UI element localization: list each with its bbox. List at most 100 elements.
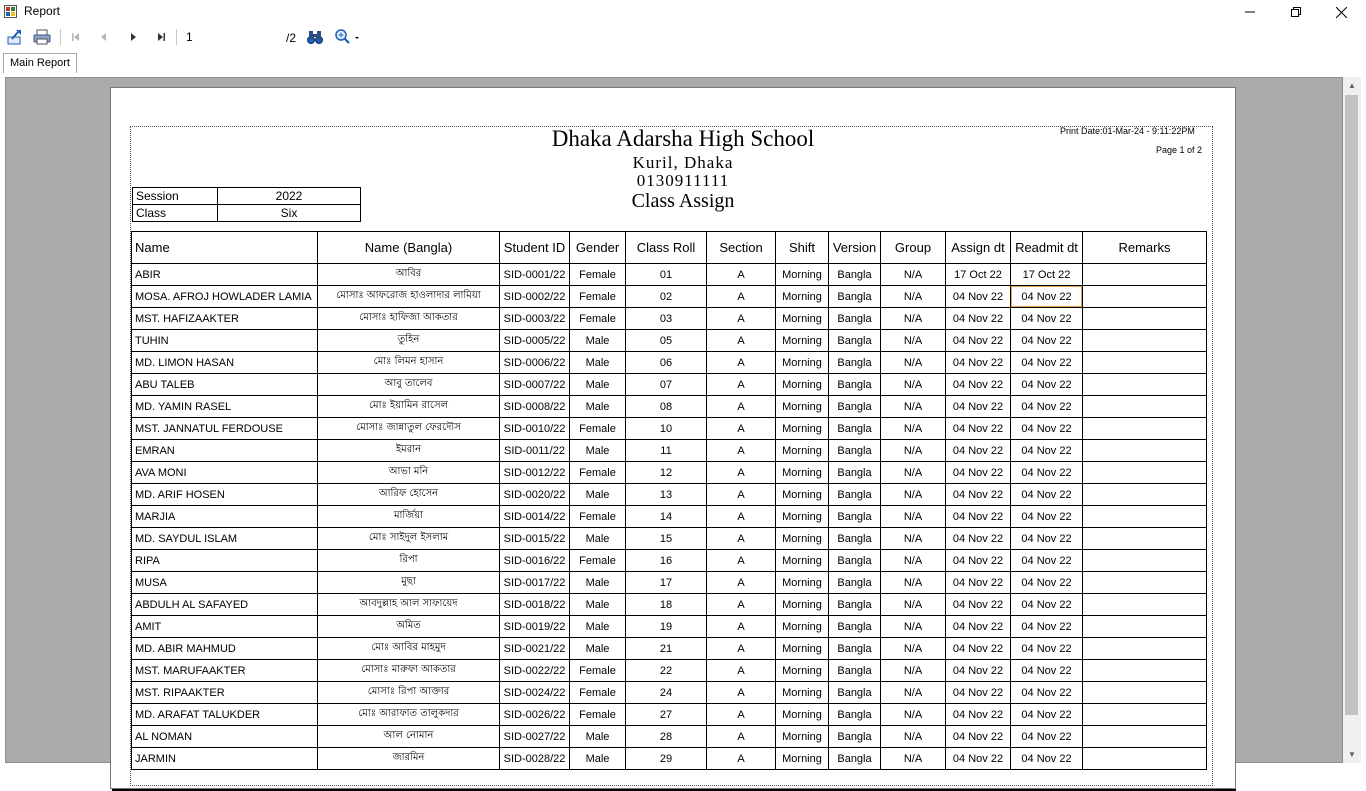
table-cell: 13 [625, 483, 707, 506]
table-cell: A [706, 703, 776, 726]
table-cell: SID-0005/22 [499, 329, 570, 352]
restore-icon [1291, 7, 1301, 17]
table-row: MUSA মুছা SID-0017/22 Male 17 A Morning Bangla N… [131, 571, 1207, 594]
table-cell [1082, 593, 1207, 616]
table-row: AL NOMAN আল নোমান SID-0027/22 Male 28 A Mornin… [131, 725, 1207, 748]
table-cell: A [706, 285, 776, 308]
table-row: MD. ARIF HOSEN আরিফ হোসেন SID-0020/22 Male 1… [131, 483, 1207, 506]
last-page-button[interactable] [151, 27, 171, 47]
page-total: /2 [286, 31, 297, 45]
table-cell: MUSA [131, 571, 318, 594]
table-cell: A [706, 593, 776, 616]
table-cell [1082, 417, 1207, 440]
minimize-button[interactable] [1227, 0, 1273, 24]
table-cell: 04 Nov 22 [1010, 681, 1083, 704]
table-cell: SID-0028/22 [499, 747, 570, 770]
print-icon [33, 29, 51, 45]
minimize-icon [1245, 11, 1255, 13]
table-cell: A [706, 681, 776, 704]
table-cell: MD. ABIR MAHMUD [131, 637, 318, 660]
table-cell: 10 [625, 417, 707, 440]
table-row: JARMIN জারমিন SID-0028/22 Male 29 A Morning Ban… [131, 747, 1207, 770]
scroll-down-arrow[interactable]: ▼ [1343, 746, 1361, 763]
tab-label: Main Report [10, 57, 70, 69]
zoom-dropdown[interactable] [333, 27, 363, 47]
table-cell: 04 Nov 22 [945, 549, 1011, 572]
table-cell: Bangla [828, 307, 881, 330]
first-page-button[interactable] [66, 27, 86, 47]
next-page-button[interactable] [123, 27, 143, 47]
table-cell [1082, 461, 1207, 484]
table-cell: A [706, 483, 776, 506]
col-header: Student ID [499, 231, 570, 264]
export-button[interactable] [5, 27, 25, 47]
table-cell: ইমরান [317, 439, 500, 462]
table-cell: SID-0016/22 [499, 549, 570, 572]
table-cell: 24 [625, 681, 707, 704]
last-page-icon [158, 33, 165, 41]
page-number-input[interactable] [180, 28, 288, 47]
print-button[interactable] [32, 27, 52, 47]
table-cell: N/A [880, 395, 946, 418]
export-icon [7, 30, 21, 45]
find-button[interactable] [305, 27, 325, 47]
table-cell: 04 Nov 22 [945, 725, 1011, 748]
table-cell: তুহিন [317, 329, 500, 352]
table-row: AVA MONI আভা মনি SID-0012/22 Female 12 A Morni… [131, 461, 1207, 484]
table-row: AMIT অমিত SID-0019/22 Male 19 A Morning Bangla N… [131, 615, 1207, 638]
table-cell: মোসাঃ হাফিজা আকতার [317, 307, 500, 330]
close-button[interactable] [1318, 0, 1364, 24]
table-cell: N/A [880, 593, 946, 616]
table-cell: Bangla [828, 703, 881, 726]
table-cell: MST. MARUFAAKTER [131, 659, 318, 682]
table-cell: MD. LIMON HASAN [131, 351, 318, 374]
table-cell: SID-0010/22 [499, 417, 570, 440]
table-cell: A [706, 637, 776, 660]
table-cell: 04 Nov 22 [945, 307, 1011, 330]
table-cell [1082, 307, 1207, 330]
table-cell: Morning [775, 681, 829, 704]
window-title: Report [24, 4, 61, 18]
table-cell: Male [569, 351, 626, 374]
table-cell: SID-0014/22 [499, 505, 570, 528]
table-cell: Female [569, 703, 626, 726]
table-cell: N/A [880, 615, 946, 638]
table-cell: আরিফ হোসেন [317, 483, 500, 506]
col-header: Remarks [1082, 231, 1207, 264]
table-row: MD. LIMON HASAN মোঃ লিমন হাসান SID-0006/22… [131, 351, 1207, 374]
table-cell: মোসাঃ আফরোজ হাওলাদার লামিয়া [317, 285, 500, 308]
previous-page-button[interactable] [94, 27, 114, 47]
col-header: Shift [775, 231, 829, 264]
table-cell: SID-0020/22 [499, 483, 570, 506]
tab-main-report[interactable]: Main Report [3, 53, 77, 73]
table-cell [1082, 263, 1207, 286]
table-cell: ABDULH AL SAFAYED [131, 593, 318, 616]
table-cell: MD. SAYDUL ISLAM [131, 527, 318, 550]
table-cell [1082, 483, 1207, 506]
table-cell: 04 Nov 22 [945, 615, 1011, 638]
table-cell: ABU TALEB [131, 373, 318, 396]
table-cell: A [706, 351, 776, 374]
table-cell: SID-0027/22 [499, 725, 570, 748]
table-cell: 04 Nov 22 [945, 505, 1011, 528]
table-cell: Bangla [828, 285, 881, 308]
table-cell: 04 Nov 22 [945, 285, 1011, 308]
table-cell: 04 Nov 22 [945, 329, 1011, 352]
table-cell: Female [569, 549, 626, 572]
table-cell: 04 Nov 22 [945, 351, 1011, 374]
scroll-up-arrow[interactable]: ▲ [1343, 77, 1361, 94]
vertical-scrollbar[interactable]: ▲ ▼ [1343, 77, 1361, 763]
table-cell: 04 Nov 22 [1010, 439, 1083, 462]
table-row: TUHIN তুহিন SID-0005/22 Male 05 A Morning Bangl… [131, 329, 1207, 352]
scroll-thumb[interactable] [1345, 95, 1358, 715]
table-cell: JARMIN [131, 747, 318, 770]
table-cell: 04 Nov 22 [1010, 593, 1083, 616]
table-row: MST. MARUFAAKTER মোসাঃ মারুফা আকতার SID-00… [131, 659, 1207, 682]
col-header: Readmit dt [1010, 231, 1083, 264]
col-header: Version [828, 231, 881, 264]
table-cell [1082, 703, 1207, 726]
table-cell: SID-0021/22 [499, 637, 570, 660]
table-cell: Morning [775, 417, 829, 440]
table-cell [1082, 505, 1207, 528]
restore-button[interactable] [1273, 0, 1319, 24]
